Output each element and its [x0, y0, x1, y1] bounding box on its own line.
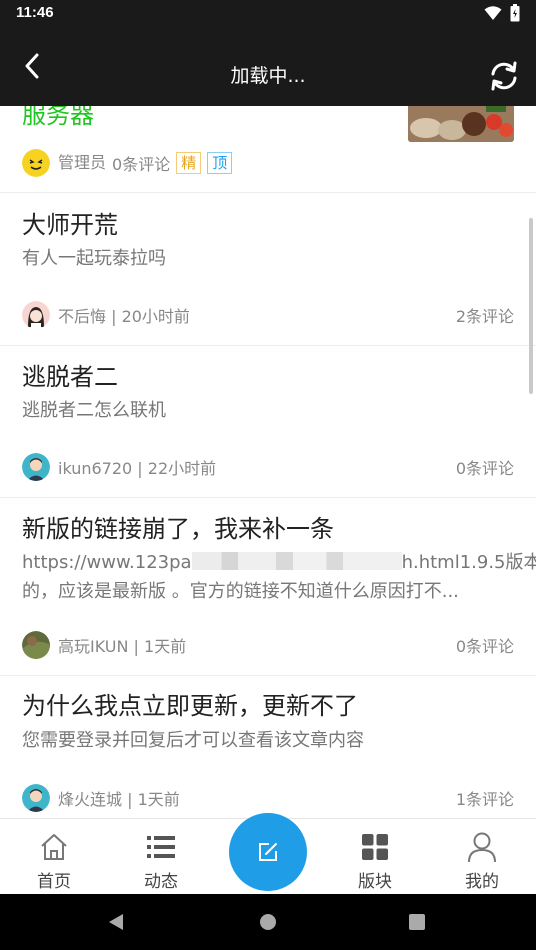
system-recents-button[interactable] — [401, 906, 433, 938]
system-back-button[interactable] — [100, 906, 132, 938]
comment-count: 0条评论 — [112, 155, 171, 174]
post-meta: 高玩IKUN | 1天前 0条评论 — [22, 631, 514, 659]
nav-feed[interactable]: 动态 — [108, 819, 214, 895]
post-list[interactable]: 服务器 管理员 0条评论 精 顶 大师开荒 有人一起玩泰拉吗 不后悔 | 20小… — [0, 106, 536, 818]
post-meta: ikun6720 | 22小时前 0条评论 — [22, 453, 514, 481]
refresh-button[interactable] — [486, 58, 522, 94]
list-item[interactable]: 大师开荒 有人一起玩泰拉吗 不后悔 | 20小时前 2条评论 — [0, 193, 536, 346]
post-title: 大师开荒 — [22, 211, 118, 239]
avatar — [22, 149, 50, 177]
list-item-pinned[interactable]: 服务器 管理员 0条评论 精 顶 — [0, 106, 536, 193]
post-title: 新版的链接崩了，我来补一条 — [22, 515, 334, 543]
post-author: 管理员 — [58, 153, 107, 172]
post-title: 为什么我点立即更新，更新不了 — [22, 692, 358, 720]
triangle-back-icon — [109, 914, 123, 930]
nav-home[interactable]: 首页 — [1, 819, 107, 895]
refresh-icon — [491, 61, 517, 91]
comment-count: 2条评论 — [455, 307, 514, 326]
excerpt-url-start: https://www.123pa — [22, 552, 192, 573]
redacted-link — [191, 552, 402, 570]
post-author-time: 不后悔 | 20小时前 — [58, 307, 190, 326]
post-author-time: ikun6720 | 22小时前 — [58, 459, 217, 478]
circle-home-icon — [260, 914, 276, 930]
post-title: 服务器 — [22, 106, 94, 129]
avatar — [22, 784, 50, 812]
comment-count: 0条评论 — [455, 637, 514, 656]
grid-icon — [359, 831, 391, 863]
post-thumbnail — [408, 106, 514, 142]
post-excerpt: 有人一起玩泰拉吗 — [22, 248, 166, 269]
comment-count: 1条评论 — [455, 790, 514, 809]
avatar — [22, 301, 50, 329]
list-item[interactable]: 逃脱者二 逃脱者二怎么联机 ikun6720 | 22小时前 0条评论 — [0, 346, 536, 498]
post-title: 逃脱者二 — [22, 363, 118, 391]
system-nav-bar — [0, 894, 536, 950]
nav-feed-label: 动态 — [144, 872, 178, 892]
post-meta: 管理员 0条评论 精 顶 — [22, 149, 233, 177]
essence-badge: 精 — [176, 152, 202, 174]
post-author-time: 高玩IKUN | 1天前 — [58, 637, 187, 656]
system-home-button[interactable] — [252, 906, 284, 938]
excerpt-url-end: h.html1.9.5版本 — [401, 552, 536, 573]
home-icon — [38, 831, 70, 863]
wifi-icon — [484, 6, 502, 20]
nav-forums-label: 版块 — [358, 872, 392, 892]
post-meta: 不后悔 | 20小时前 2条评论 — [22, 301, 514, 329]
status-icons — [484, 4, 520, 22]
post-excerpt: 您需要登录并回复后才可以查看该文章内容 — [22, 730, 364, 751]
scrollbar[interactable] — [529, 218, 533, 394]
nav-home-label: 首页 — [37, 872, 71, 892]
list-item[interactable]: 为什么我点立即更新，更新不了 您需要登录并回复后才可以查看该文章内容 烽火连城 … — [0, 676, 536, 818]
status-bar: 11:46 — [0, 0, 536, 26]
avatar — [22, 631, 50, 659]
compose-button[interactable] — [229, 813, 307, 891]
status-time: 11:46 — [16, 4, 54, 21]
nav-me-label: 我的 — [465, 872, 499, 892]
post-excerpt: https://www.123pa h.html1.9.5版本 的，应该是最新版 … — [22, 548, 536, 606]
compose-icon — [259, 843, 277, 861]
list-icon — [145, 831, 177, 863]
comment-count: 0条评论 — [455, 459, 514, 478]
nav-forums[interactable]: 版块 — [322, 819, 428, 895]
pinned-badge: 顶 — [207, 152, 233, 174]
battery-icon — [510, 4, 520, 22]
post-excerpt: 逃脱者二怎么联机 — [22, 400, 166, 421]
post-author-time: 烽火连城 | 1天前 — [58, 790, 180, 809]
user-icon — [466, 831, 498, 863]
excerpt-line-2: 的，应该是最新版 。官方的链接不知道什么原因打不... — [22, 581, 459, 602]
list-item[interactable]: 新版的链接崩了，我来补一条 https://www.123pa h.html1.9… — [0, 498, 536, 676]
app-bar: 加载中... — [0, 26, 536, 106]
post-meta: 烽火连城 | 1天前 1条评论 — [22, 784, 514, 812]
page-title: 加载中... — [230, 65, 306, 87]
nav-me[interactable]: 我的 — [429, 819, 535, 895]
avatar — [22, 453, 50, 481]
square-recents-icon — [409, 914, 425, 930]
